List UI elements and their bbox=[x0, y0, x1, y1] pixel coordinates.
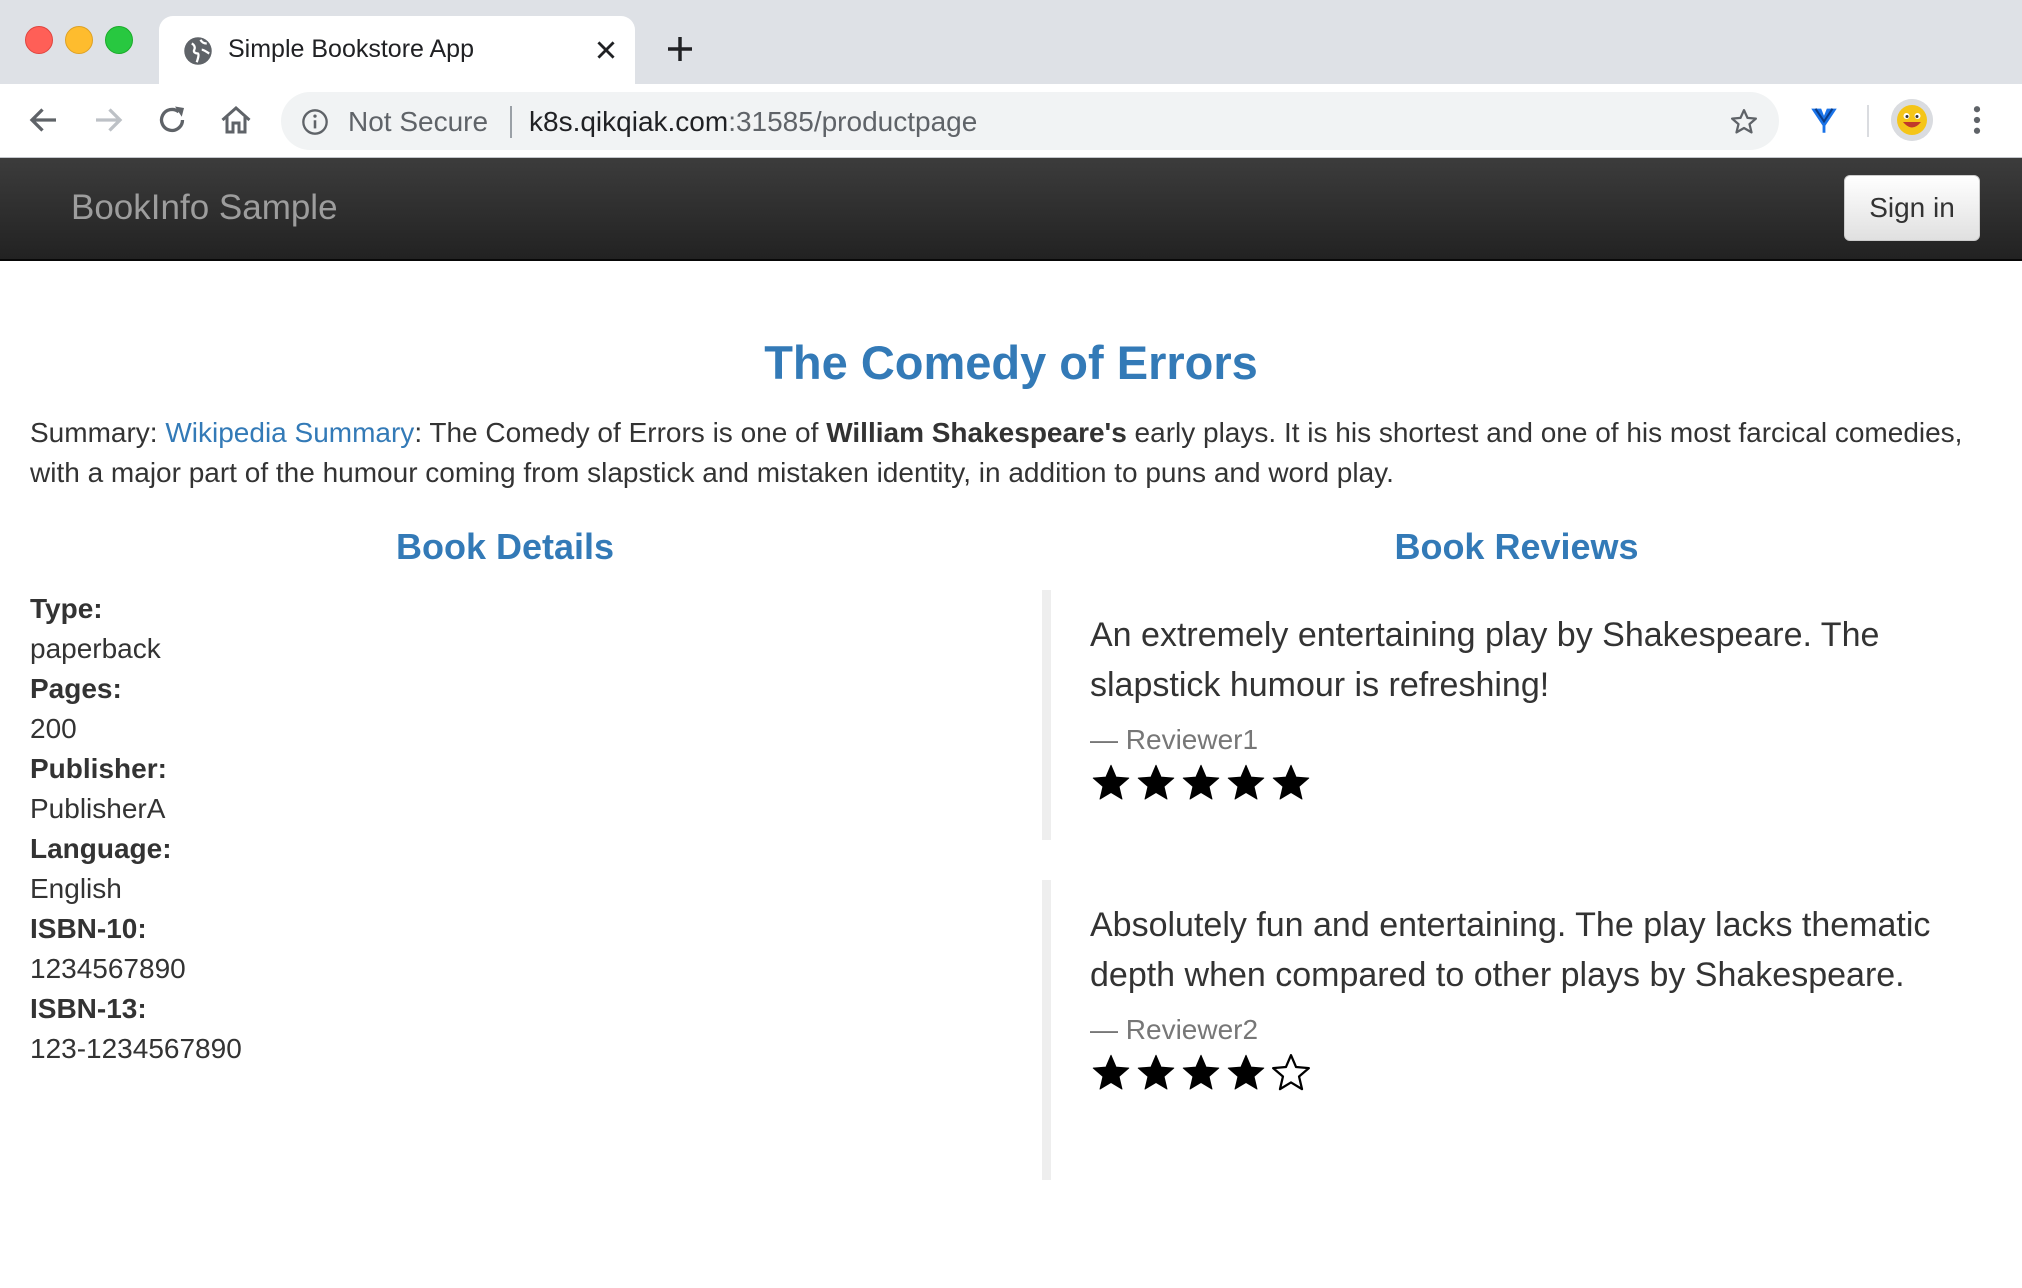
info-icon[interactable] bbox=[301, 108, 329, 136]
book-details-list: Type: paperback Pages: 200 Publisher: Pu… bbox=[30, 589, 242, 1069]
reviewer-name: — Reviewer1 bbox=[1090, 724, 1259, 755]
sign-in-button[interactable]: Sign in bbox=[1844, 175, 1980, 241]
address-bar[interactable]: Not Secure k8s.qikqiak.com:31585/product… bbox=[281, 92, 1779, 150]
address-separator bbox=[510, 106, 512, 138]
star-filled-icon bbox=[1092, 764, 1130, 800]
summary-author: William Shakespeare's bbox=[826, 417, 1127, 448]
star-rating bbox=[1090, 1052, 1992, 1096]
back-arrow-icon[interactable] bbox=[26, 102, 62, 138]
star-filled-icon bbox=[1182, 1054, 1220, 1090]
tab-title: Simple Bookstore App bbox=[228, 35, 474, 63]
star-filled-icon bbox=[1272, 764, 1310, 800]
new-tab-plus-icon[interactable] bbox=[664, 33, 696, 65]
url-text[interactable]: k8s.qikqiak.com:31585/productpage bbox=[529, 106, 977, 138]
reload-icon[interactable] bbox=[154, 102, 190, 138]
star-filled-icon bbox=[1182, 764, 1220, 800]
book-details-heading: Book Details bbox=[395, 526, 615, 567]
window-minimize-button[interactable] bbox=[65, 26, 93, 54]
review-item: An extremely entertaining play by Shakes… bbox=[1042, 590, 1992, 840]
star-filled-icon bbox=[1092, 1054, 1130, 1090]
star-filled-icon bbox=[1227, 764, 1265, 800]
close-icon[interactable] bbox=[593, 37, 619, 63]
detail-value: English bbox=[30, 873, 122, 904]
extension-icon[interactable] bbox=[1807, 103, 1841, 137]
star-filled-icon bbox=[1227, 1054, 1265, 1090]
star-rating bbox=[1090, 762, 1992, 806]
browser-tab[interactable]: Simple Bookstore App bbox=[159, 16, 635, 84]
detail-value: 1234567890 bbox=[30, 953, 186, 984]
browser-tab-strip: Simple Bookstore App bbox=[0, 0, 2022, 84]
security-label: Not Secure bbox=[348, 106, 489, 137]
book-title: The Comedy of Errors bbox=[764, 336, 1258, 389]
book-summary: Summary: Wikipedia Summary: The Comedy o… bbox=[30, 413, 1995, 493]
detail-label: Type: bbox=[30, 593, 103, 624]
home-icon[interactable] bbox=[218, 102, 254, 138]
reviewer-name: — Reviewer2 bbox=[1090, 1014, 1259, 1045]
url-host: k8s.qikqiak.com bbox=[529, 106, 729, 137]
star-empty-icon bbox=[1272, 1054, 1310, 1091]
forward-arrow-icon[interactable] bbox=[90, 102, 126, 138]
book-reviews-heading: Book Reviews bbox=[1394, 526, 1639, 567]
review-item: Absolutely fun and entertaining. The pla… bbox=[1042, 880, 1992, 1180]
window-zoom-button[interactable] bbox=[105, 26, 133, 54]
review-text: An extremely entertaining play by Shakes… bbox=[1090, 616, 1880, 704]
profile-avatar-icon[interactable] bbox=[1891, 99, 1933, 141]
brand-link[interactable]: BookInfo Sample bbox=[71, 188, 338, 228]
browser-toolbar: Not Secure k8s.qikqiak.com:31585/product… bbox=[0, 84, 2022, 158]
summary-text-1: : The Comedy of Errors is one of bbox=[414, 417, 827, 448]
more-menu-icon[interactable] bbox=[1962, 102, 1992, 138]
detail-label: Publisher: bbox=[30, 753, 167, 784]
url-path: :31585/productpage bbox=[728, 106, 978, 137]
detail-label: ISBN-13: bbox=[30, 993, 147, 1024]
wikipedia-summary-link[interactable]: Wikipedia Summary bbox=[165, 417, 414, 448]
bookmark-star-icon[interactable] bbox=[1729, 107, 1759, 137]
detail-label: Pages: bbox=[30, 673, 122, 704]
toolbar-separator bbox=[1867, 105, 1869, 137]
detail-value: PublisherA bbox=[30, 793, 166, 824]
site-navbar: BookInfo Sample Sign in bbox=[0, 158, 2022, 261]
globe-icon bbox=[184, 37, 212, 65]
detail-value: 123-1234567890 bbox=[30, 1033, 242, 1064]
star-filled-icon bbox=[1137, 1054, 1175, 1090]
detail-label: Language: bbox=[30, 833, 172, 864]
star-filled-icon bbox=[1137, 764, 1175, 800]
summary-prefix: Summary: bbox=[30, 417, 166, 448]
review-text: Absolutely fun and entertaining. The pla… bbox=[1090, 906, 1931, 994]
detail-value: paperback bbox=[30, 633, 161, 664]
detail-value: 200 bbox=[30, 713, 77, 744]
window-close-button[interactable] bbox=[25, 26, 53, 54]
detail-label: ISBN-10: bbox=[30, 913, 147, 944]
